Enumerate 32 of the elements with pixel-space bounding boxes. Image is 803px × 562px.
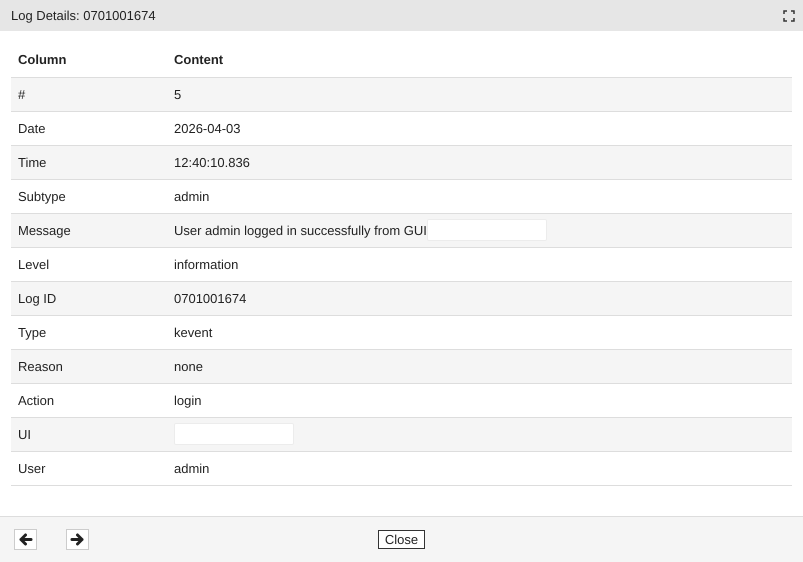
table-cell: login xyxy=(174,393,202,408)
table-cell: Log ID xyxy=(18,291,56,306)
arrow-left-icon xyxy=(18,533,33,546)
table-cell: Level xyxy=(18,257,50,272)
table-cell: Reason xyxy=(18,359,63,374)
table-cell: # xyxy=(18,87,26,102)
fullscreen-icon[interactable] xyxy=(783,10,795,22)
table-cell: information xyxy=(174,257,238,272)
table-cell: admin xyxy=(174,189,210,204)
table-cell: 12:40:10.836 xyxy=(174,155,250,170)
table-cell: 5 xyxy=(174,87,182,102)
window-title: Log Details: 0701001674 xyxy=(11,8,156,23)
table-cell: Type xyxy=(18,325,46,340)
table-cell: Time xyxy=(18,155,46,170)
previous-button[interactable] xyxy=(14,529,37,550)
next-button[interactable] xyxy=(66,529,89,550)
table-cell: User admin logged in successfully from GUI xyxy=(174,222,427,238)
table-cell: Date xyxy=(18,121,46,136)
column-header: Column xyxy=(11,43,167,77)
close-button[interactable]: Close xyxy=(378,530,426,549)
table-cell: Subtype xyxy=(18,189,66,204)
table-cell: Message xyxy=(18,223,71,238)
column-header: Content xyxy=(167,43,792,77)
table-cell: 2026-04-03 xyxy=(174,121,240,136)
table-cell: UI xyxy=(18,427,31,442)
table-cell: Action xyxy=(18,393,54,408)
table-cell: admin xyxy=(174,461,210,476)
table-cell: kevent xyxy=(174,325,212,340)
arrow-right-icon xyxy=(70,533,85,546)
table-cell: 0701001674 xyxy=(174,291,246,306)
table-cell: none xyxy=(174,359,203,374)
table-cell: User xyxy=(18,461,46,476)
